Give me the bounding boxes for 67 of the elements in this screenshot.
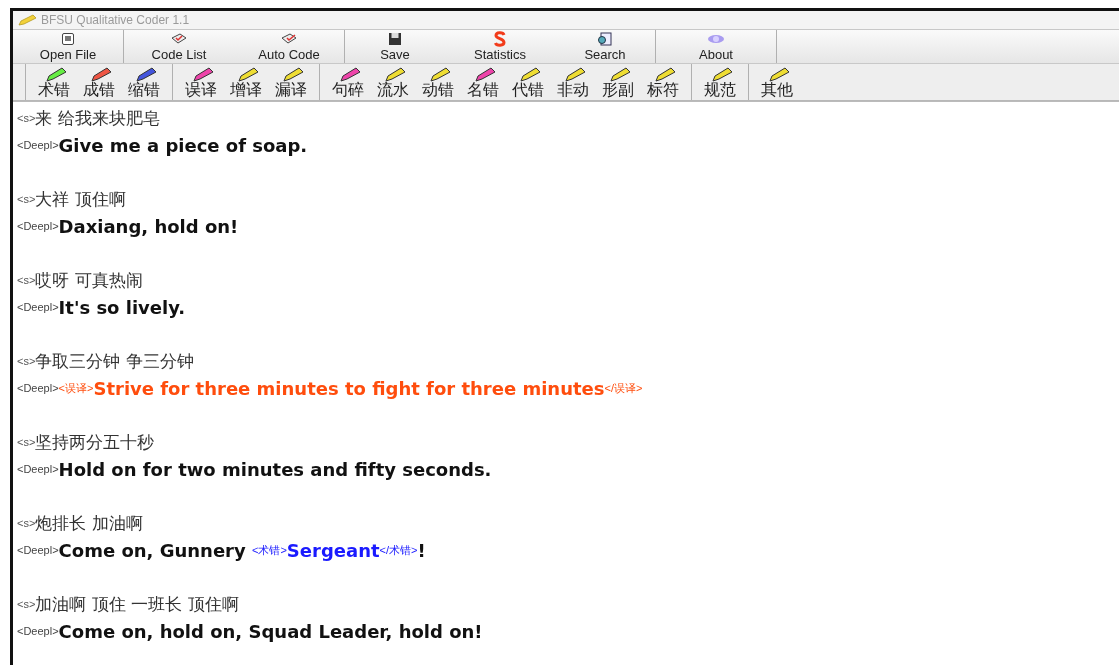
markup-tag: <Deepl> bbox=[17, 380, 59, 397]
markup-tag: <Deepl> bbox=[17, 542, 59, 559]
translation-text: Give me a piece of soap. bbox=[58, 134, 308, 158]
code-button[interactable]: 成错 bbox=[79, 64, 119, 100]
markup-tag: <术错> bbox=[252, 542, 287, 559]
markup-tag: <Deepl> bbox=[17, 299, 59, 316]
text-area[interactable] bbox=[13, 101, 1119, 665]
markup-tag: </误译> bbox=[604, 380, 643, 397]
code-button[interactable]: 标符 bbox=[643, 64, 683, 100]
source-sentence: 炮排长 加油啊 bbox=[35, 511, 143, 535]
code-button[interactable]: 动错 bbox=[418, 64, 458, 100]
checklist-icon bbox=[280, 32, 298, 46]
coded-text: Sergeant bbox=[286, 539, 380, 563]
code-button[interactable]: 规范 bbox=[700, 64, 740, 100]
markup-tag: <s> bbox=[17, 515, 36, 532]
toolbar-button[interactable]: Auto Code bbox=[234, 30, 344, 63]
code-button[interactable]: 句碎 bbox=[328, 64, 368, 100]
toolbar-button[interactable]: Search bbox=[555, 30, 655, 63]
code-button[interactable]: 非动 bbox=[553, 64, 593, 100]
source-sentence: 哎呀 可真热闹 bbox=[35, 268, 143, 292]
markup-tag: <Deepl> bbox=[17, 461, 59, 478]
markup-tag: <s> bbox=[17, 596, 36, 613]
about-icon bbox=[707, 34, 725, 44]
source-sentence: 大祥 顶住啊 bbox=[35, 187, 126, 211]
markup-tag: <s> bbox=[17, 110, 36, 127]
translation-text: It's so lively. bbox=[58, 296, 186, 320]
code-button[interactable]: 代错 bbox=[508, 64, 548, 100]
source-sentence: 坚持两分五十秒 bbox=[35, 430, 155, 454]
markup-tag: <s> bbox=[17, 272, 36, 289]
markup-tag: <Deepl> bbox=[17, 623, 59, 640]
toolbar-button[interactable]: Open File bbox=[13, 30, 123, 63]
source-sentence: 争取三分钟 争三分钟 bbox=[35, 349, 194, 373]
save-icon bbox=[388, 32, 402, 46]
statistics-icon bbox=[493, 31, 507, 47]
source-sentence: 来 给我来块肥皂 bbox=[35, 106, 160, 130]
markup-tag: <Deepl> bbox=[17, 218, 59, 235]
translation-text: Come on, Gunnery bbox=[58, 539, 247, 563]
code-button[interactable]: 漏译 bbox=[271, 64, 311, 100]
toolbar-button[interactable]: About bbox=[656, 30, 776, 63]
code-button[interactable]: 缩错 bbox=[124, 64, 164, 100]
coded-text: Strive for three minutes to fight for three minutes bbox=[93, 377, 605, 401]
toolbar-button[interactable]: Code List bbox=[124, 30, 234, 63]
code-button[interactable]: 术错 bbox=[34, 64, 74, 100]
code-button[interactable]: 误译 bbox=[181, 64, 221, 100]
translation-text: Come on, hold on, Squad Leader, hold on! bbox=[58, 620, 483, 644]
code-button[interactable]: 其他 bbox=[757, 64, 797, 100]
document-icon bbox=[61, 32, 75, 46]
pencil-icon bbox=[17, 14, 37, 26]
code-button[interactable]: 名错 bbox=[463, 64, 503, 100]
toolbar-button[interactable]: Save bbox=[345, 30, 445, 63]
search-icon bbox=[597, 32, 613, 46]
markup-tag: <s> bbox=[17, 353, 36, 370]
code-button[interactable]: 流水 bbox=[373, 64, 413, 100]
source-sentence: 加油啊 顶住 一班长 顶住啊 bbox=[35, 592, 239, 616]
code-button[interactable]: 形副 bbox=[598, 64, 638, 100]
markup-tag: <Deepl> bbox=[17, 137, 59, 154]
markup-tag: <s> bbox=[17, 434, 36, 451]
markup-tag: </术错> bbox=[379, 542, 418, 559]
checklist-icon bbox=[170, 32, 188, 46]
toolbar-button[interactable]: Statistics bbox=[445, 30, 555, 63]
translation-text: Daxiang, hold on! bbox=[58, 215, 239, 239]
markup-tag: <误译> bbox=[58, 380, 94, 397]
code-button[interactable]: 增译 bbox=[226, 64, 266, 100]
translation-text: Hold on for two minutes and fifty seconds. bbox=[58, 458, 492, 482]
window-title: BFSU Qualitative Coder 1.1 bbox=[41, 12, 190, 29]
markup-tag: <s> bbox=[17, 191, 36, 208]
translation-text: ! bbox=[417, 539, 426, 563]
